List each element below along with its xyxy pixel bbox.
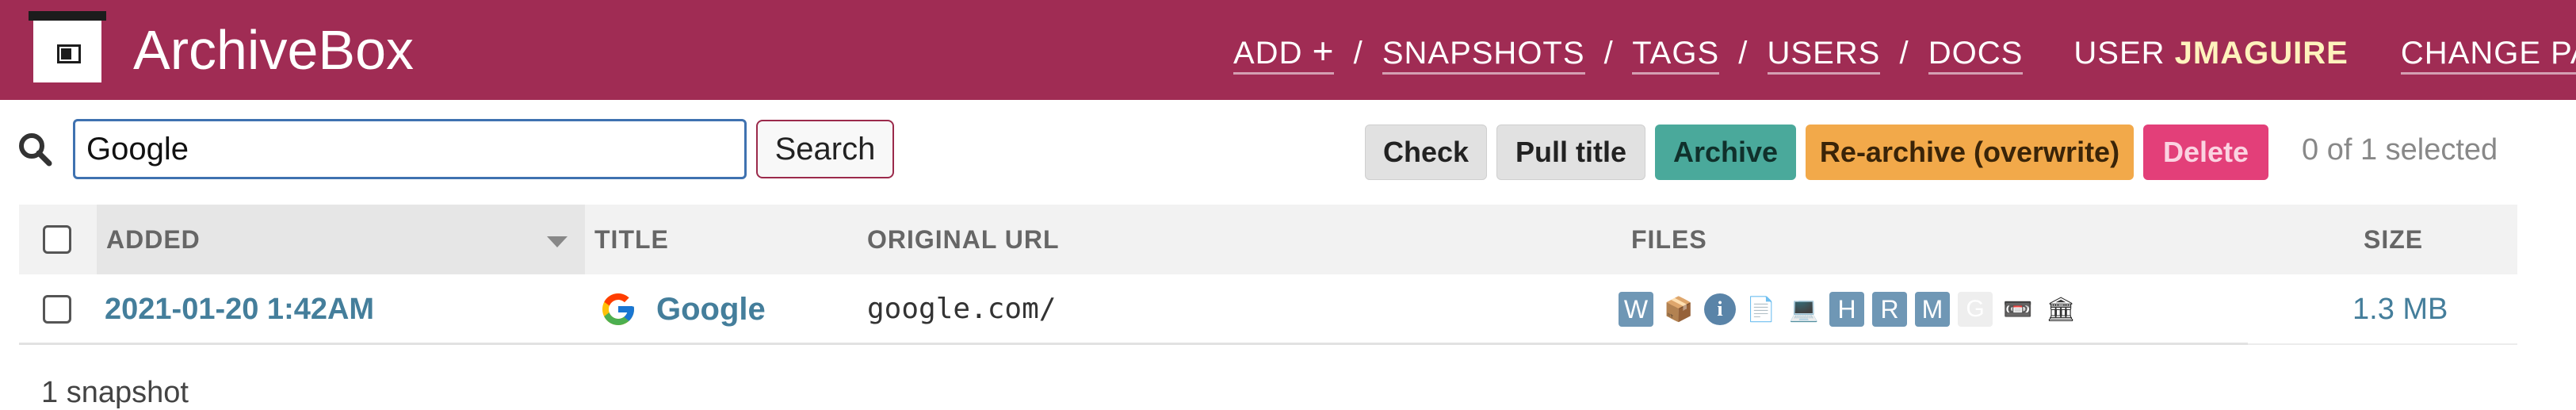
search-button[interactable]: Search (756, 120, 894, 178)
column-header-size[interactable]: SIZE (2364, 205, 2423, 274)
screenshot-icon[interactable]: 💻 (1787, 292, 1821, 327)
username: JMAGUIRE (2174, 36, 2349, 71)
search-icon (19, 133, 52, 167)
row-select-checkbox[interactable] (43, 295, 71, 324)
archivebox-logo-icon[interactable] (29, 11, 106, 82)
html-icon[interactable]: H (1829, 292, 1864, 327)
nav-docs-link[interactable]: DOCS (1928, 36, 2024, 75)
brand-title[interactable]: ArchiveBox (133, 16, 414, 84)
delete-button[interactable]: Delete (2143, 125, 2268, 180)
nav-separator: / (1353, 36, 1363, 71)
nav-snapshots-link[interactable]: SNAPSHOTS (1382, 36, 1585, 75)
select-all-checkbox[interactable] (43, 225, 71, 254)
added-date-link[interactable]: 2021-01-20 1:42AM (105, 274, 374, 344)
table-row: 2021-01-20 1:42AM Google google.com/ W 📦… (19, 274, 2517, 344)
google-logo-icon (602, 293, 634, 325)
nav-add-label: ADD (1233, 36, 1303, 71)
readability-icon[interactable]: R (1872, 292, 1907, 327)
search-input[interactable] (73, 119, 747, 179)
sort-descending-icon[interactable] (547, 236, 568, 247)
user-label: USER (2073, 36, 2165, 71)
top-nav: ADD + / SNAPSHOTS / TAGS / USERS / DOCS … (1233, 29, 2576, 75)
info-icon[interactable]: i (1704, 293, 1736, 325)
snapshot-count: 1 snapshot (41, 376, 189, 409)
nav-users-link[interactable]: USERS (1767, 36, 1881, 75)
nav-separator: / (1899, 36, 1909, 71)
row-divider (2248, 343, 2517, 345)
wget-icon[interactable]: W (1619, 292, 1653, 327)
row-divider (19, 343, 2248, 345)
files-icons: W 📦 i 📄 💻 H R M G 📼 🏛 (1619, 290, 2078, 328)
snapshot-title-link[interactable]: Google (656, 274, 766, 344)
media-tape-icon[interactable]: 📼 (2001, 292, 2035, 327)
table-header: ADDED TITLE ORIGINAL URL FILES SIZE (19, 205, 2517, 274)
archive-button[interactable]: Archive (1655, 125, 1796, 180)
change-password-link[interactable]: CHANGE PASSWORD / (2400, 36, 2576, 75)
nav-tags-link[interactable]: TAGS (1632, 36, 1720, 75)
column-header-original-url[interactable]: ORIGINAL URL (867, 205, 1060, 274)
archive-org-icon[interactable]: 🏛 (2043, 292, 2078, 327)
rearchive-overwrite-button[interactable]: Re-archive (overwrite) (1806, 125, 2134, 180)
column-header-added[interactable]: ADDED (106, 205, 201, 274)
top-header: ArchiveBox ADD + / SNAPSHOTS / TAGS / US… (0, 0, 2576, 100)
original-url-link[interactable]: google.com/ (867, 274, 1056, 344)
archive-package-icon[interactable]: 📦 (1661, 292, 1696, 327)
mercury-icon[interactable]: M (1915, 292, 1950, 327)
logo-slot (57, 44, 81, 63)
check-button[interactable]: Check (1365, 125, 1487, 180)
nav-separator: / (1603, 36, 1614, 71)
size-link[interactable]: 1.3 MB (2352, 274, 2448, 344)
pull-title-button[interactable]: Pull title (1496, 125, 1645, 180)
git-icon[interactable]: G (1958, 292, 1993, 327)
add-plus-icon: + (1312, 30, 1335, 71)
column-header-title[interactable]: TITLE (594, 205, 669, 274)
nav-add-link[interactable]: ADD + (1233, 30, 1335, 75)
nav-separator: / (1738, 36, 1749, 71)
logo-lid (29, 11, 106, 21)
document-icon[interactable]: 📄 (1744, 292, 1779, 327)
column-header-files: FILES (1631, 225, 1707, 254)
selected-count: 0 of 1 selected (2302, 133, 2498, 167)
